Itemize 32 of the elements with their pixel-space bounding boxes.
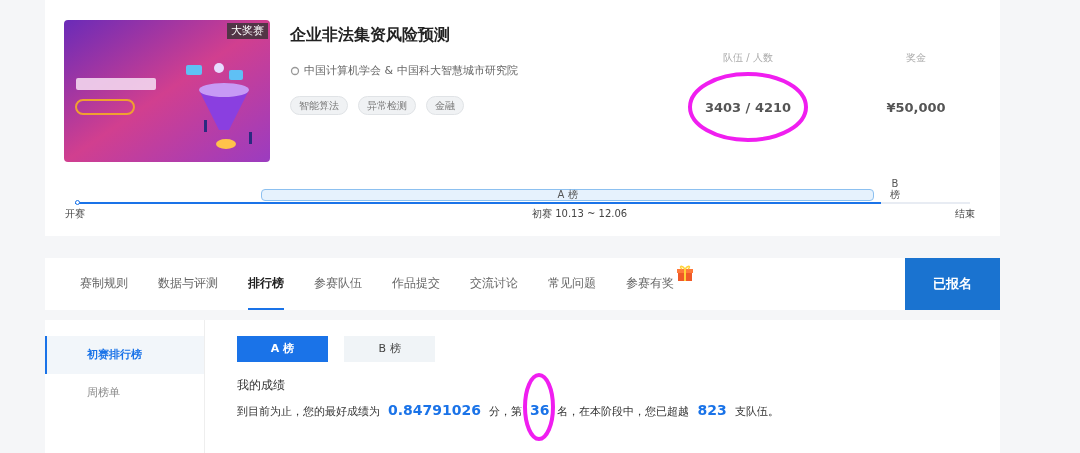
tag: 金融 [426,95,464,115]
stat-label: 奖金 [906,51,926,65]
tab[interactable]: 参赛队伍 [314,258,362,310]
stat-value: ¥50,000 [886,99,946,117]
board-toggle[interactable]: B 榜 [344,336,435,362]
tag: 智能算法 [290,95,348,115]
board-toggle[interactable]: A 榜 [237,336,328,362]
prize-badge: 大奖赛 [227,23,268,39]
tab[interactable]: 排行榜 [248,258,284,310]
sidebar-item[interactable]: 周榜单 [45,374,204,412]
tag: 异常检测 [358,95,416,115]
organizers-text: 中国计算机学会 & 中国科大智慧城市研究院 [304,63,518,79]
organizer-icon [290,66,300,77]
section-heading: 我的成绩 [237,377,286,394]
sidebar-item[interactable]: 初赛排行榜 [45,336,204,374]
stage-dates: 初赛 10.13 ~ 12.06 [532,207,628,221]
highlight-ellipse [521,372,557,442]
tab[interactable]: 常见问题 [548,258,596,310]
tab[interactable]: 交流讨论 [470,258,518,310]
stat-value: 3403 / 4210 [704,99,792,117]
score-sentence: 到目前为止，您的最好成绩为 0.84791026 分，第 36 名，在本阶段中，您已超越 823 支队伍。 [237,401,779,420]
competition-title: 企业非法集资风险预测 [290,24,451,46]
timeline-start-label: 开赛 [65,207,85,221]
stage-label: A 榜 [557,190,578,200]
tab[interactable]: 数据与评测 [158,258,218,310]
tab[interactable]: 参赛有奖 [626,258,674,310]
tab[interactable]: 作品提交 [392,258,440,310]
tab[interactable]: 赛制规则 [80,258,128,310]
stage-label: B 榜 [889,178,901,200]
stat-label: 队伍 / 人数 [723,51,773,65]
timeline-end-label: 结束 [955,207,975,221]
registered-button[interactable]: 已报名 [905,258,1000,310]
